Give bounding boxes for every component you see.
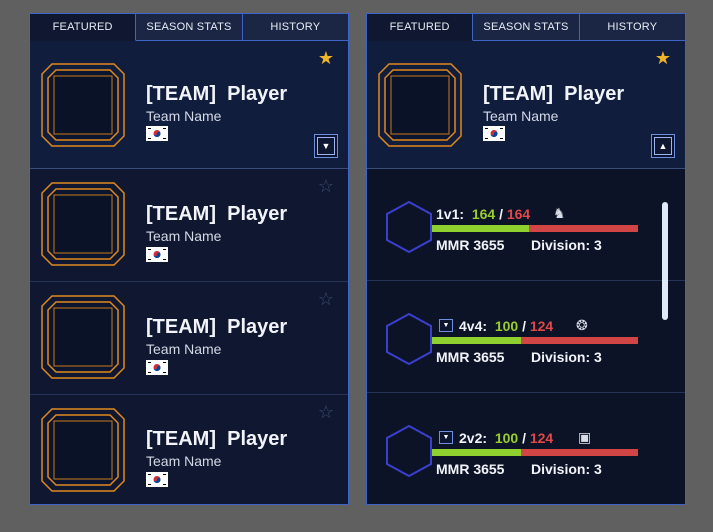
protoss-icon: ❂ bbox=[576, 317, 588, 333]
favorite-star-icon[interactable]: ☆ bbox=[318, 403, 334, 421]
player-list-panel: FEATURED SEASON STATS HISTORY [TEAM] Pla… bbox=[29, 13, 349, 505]
team-name: Team Name bbox=[146, 108, 222, 124]
collapse-button[interactable]: ▲ bbox=[651, 134, 675, 158]
portrait-frame bbox=[41, 63, 125, 147]
team-name: Team Name bbox=[483, 108, 559, 124]
south-korea-flag-icon bbox=[146, 472, 168, 487]
rank-hexagon-icon bbox=[386, 312, 432, 366]
chevron-down-icon: ▼ bbox=[442, 322, 450, 329]
player-card[interactable]: [TEAM] Player Team Name ★ ▲ bbox=[367, 41, 685, 169]
tab-history[interactable]: HISTORY bbox=[242, 14, 348, 41]
team-name: Team Name bbox=[146, 341, 222, 357]
tab-bar: FEATURED SEASON STATS HISTORY bbox=[367, 14, 685, 41]
south-korea-flag-icon bbox=[483, 126, 505, 141]
division-value: Division: 3 bbox=[531, 349, 602, 365]
stat-row-2v2: ▼ 2v2: 100 / 124 ▣ MMR 3655 Division: 3 bbox=[367, 393, 685, 504]
win-loss-bar bbox=[432, 225, 638, 232]
mode-record: 1v1: 164 / 164 bbox=[436, 206, 531, 222]
south-korea-flag-icon bbox=[146, 126, 168, 141]
player-detail-panel: FEATURED SEASON STATS HISTORY [TEAM] Pla… bbox=[366, 13, 686, 505]
chevron-up-icon: ▲ bbox=[654, 137, 672, 155]
mode-record: 4v4: 100 / 124 bbox=[459, 318, 554, 334]
chevron-down-icon: ▼ bbox=[317, 137, 335, 155]
win-loss-bar bbox=[432, 449, 638, 456]
tab-featured[interactable]: FEATURED bbox=[367, 14, 474, 41]
scrollbar[interactable] bbox=[662, 202, 668, 320]
south-korea-flag-icon bbox=[146, 360, 168, 375]
stat-row-1v1: 1v1: 164 / 164 ♞ MMR 3655 Division: 3 bbox=[367, 169, 685, 281]
division-value: Division: 3 bbox=[531, 461, 602, 477]
mode-record: 2v2: 100 / 124 bbox=[459, 430, 554, 446]
win-bar-fill bbox=[432, 449, 521, 456]
mmr-value: MMR 3655 bbox=[436, 349, 505, 365]
division-value: Division: 3 bbox=[531, 237, 602, 253]
portrait-frame bbox=[41, 295, 125, 379]
portrait-frame bbox=[41, 408, 125, 492]
player-card[interactable]: [TEAM] Player Team Name ★ ▼ bbox=[30, 41, 348, 169]
player-name: [TEAM] Player bbox=[146, 316, 288, 338]
favorite-star-icon[interactable]: ☆ bbox=[318, 290, 334, 308]
tab-season-stats[interactable]: SEASON STATS bbox=[473, 14, 580, 41]
mode-dropdown-button[interactable]: ▼ bbox=[439, 431, 453, 444]
player-card[interactable]: [TEAM] Player Team Name ☆ bbox=[30, 395, 348, 504]
win-bar-fill bbox=[432, 225, 529, 232]
mmr-value: MMR 3655 bbox=[436, 461, 505, 477]
team-name: Team Name bbox=[146, 228, 222, 244]
player-name: [TEAM] Player bbox=[483, 83, 625, 105]
mmr-value: MMR 3655 bbox=[436, 237, 505, 253]
favorite-star-icon[interactable]: ★ bbox=[655, 49, 671, 67]
favorite-star-icon[interactable]: ★ bbox=[318, 49, 334, 67]
random-icon: ▣ bbox=[578, 429, 592, 445]
player-name: [TEAM] Player bbox=[146, 203, 288, 225]
win-loss-bar bbox=[432, 337, 638, 344]
team-name: Team Name bbox=[146, 453, 222, 469]
player-name: [TEAM] Player bbox=[146, 83, 288, 105]
tab-season-stats[interactable]: SEASON STATS bbox=[136, 14, 243, 41]
chevron-down-icon: ▼ bbox=[442, 434, 450, 441]
favorite-star-icon[interactable]: ☆ bbox=[318, 177, 334, 195]
season-stats-list: 1v1: 164 / 164 ♞ MMR 3655 Division: 3 ▼ … bbox=[367, 169, 685, 504]
player-card[interactable]: [TEAM] Player Team Name ☆ bbox=[30, 169, 348, 282]
rank-hexagon-icon bbox=[386, 200, 432, 254]
mode-dropdown-button[interactable]: ▼ bbox=[439, 319, 453, 332]
south-korea-flag-icon bbox=[146, 247, 168, 262]
player-name: [TEAM] Player bbox=[146, 428, 288, 450]
tab-bar: FEATURED SEASON STATS HISTORY bbox=[30, 14, 348, 41]
win-bar-fill bbox=[432, 337, 521, 344]
zerg-icon: ♞ bbox=[553, 205, 566, 221]
portrait-frame bbox=[41, 182, 125, 266]
portrait-frame bbox=[378, 63, 462, 147]
player-card[interactable]: [TEAM] Player Team Name ☆ bbox=[30, 282, 348, 395]
tab-history[interactable]: HISTORY bbox=[579, 14, 685, 41]
tab-featured[interactable]: FEATURED bbox=[30, 14, 137, 41]
rank-hexagon-icon bbox=[386, 424, 432, 478]
expand-button[interactable]: ▼ bbox=[314, 134, 338, 158]
stat-row-4v4: ▼ 4v4: 100 / 124 ❂ MMR 3655 Division: 3 bbox=[367, 281, 685, 393]
